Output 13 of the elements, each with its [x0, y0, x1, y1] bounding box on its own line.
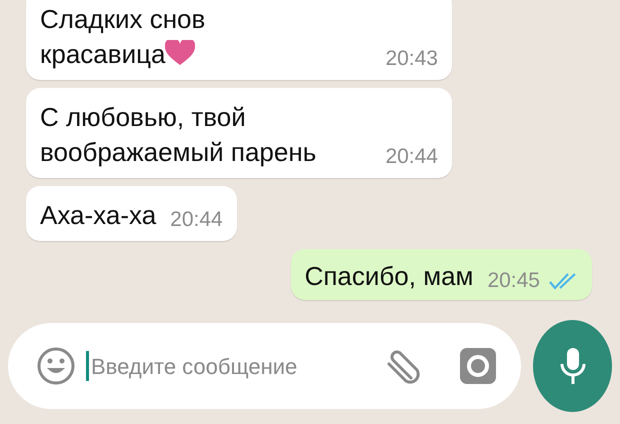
- text-cursor: [86, 351, 89, 381]
- message-text: Сладких снов красавица: [40, 4, 206, 69]
- message-time: 20:43: [385, 46, 438, 72]
- message-text: Аха-ха-ха: [40, 200, 156, 230]
- camera-icon[interactable]: [459, 347, 497, 385]
- message-text: С любовью, твой воображаемый парень: [40, 102, 316, 167]
- emoji-icon[interactable]: [36, 346, 76, 386]
- message-time: 20:44: [170, 207, 223, 233]
- message-input[interactable]: Введите сообщение: [89, 348, 381, 384]
- message-text: Спасибо, мам: [304, 261, 474, 291]
- message-time: 20:45: [487, 268, 540, 294]
- microphone-icon: [558, 346, 588, 386]
- message-time: 20:44: [385, 144, 438, 170]
